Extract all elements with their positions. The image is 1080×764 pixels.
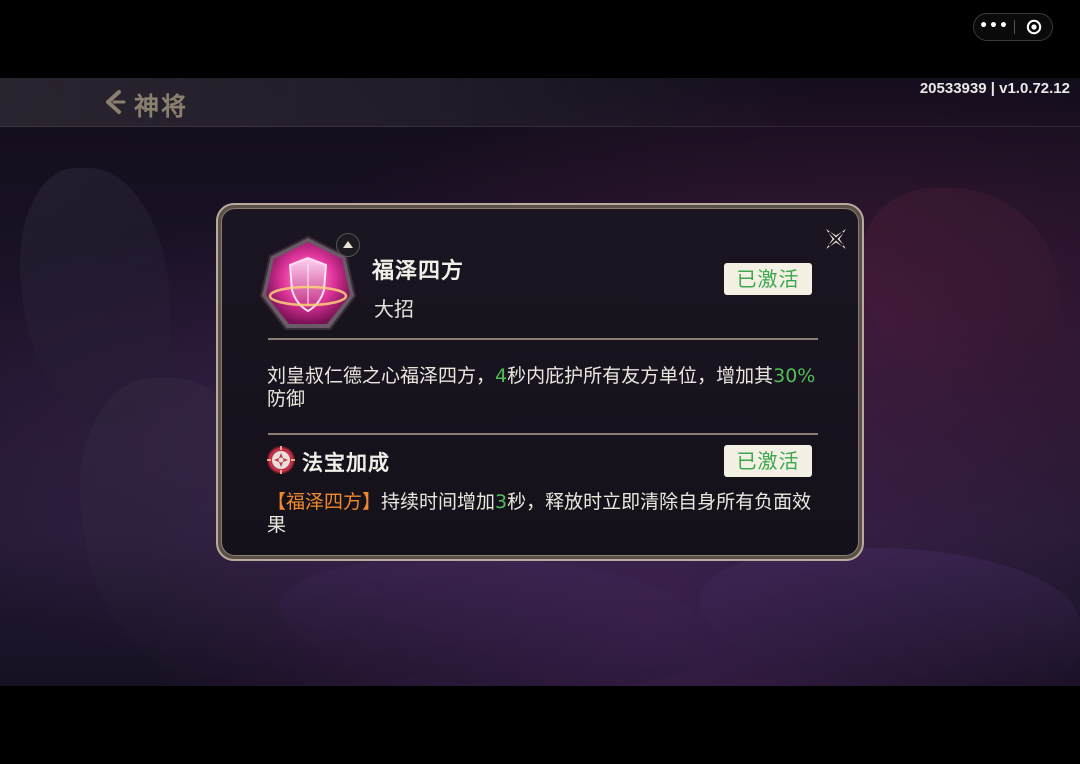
bonus-status-badge: 已激活 <box>724 445 812 477</box>
skill-type: 大招 <box>374 297 414 321</box>
miniprogram-capsule: ••• <box>973 13 1053 41</box>
treasure-icon <box>267 446 295 474</box>
game-screen: ••• 神将 20533939 | v1.0.72.12 福泽四方 大招 已激活… <box>0 0 1080 764</box>
background-rock <box>860 188 1060 388</box>
divider <box>268 338 818 340</box>
skill-description: 刘皇叔仁德之心福泽四方，4秒内庇护所有友方单位，增加其30% 防御 <box>267 365 817 411</box>
background-rock <box>280 558 700 686</box>
chevron-left-icon[interactable] <box>102 89 126 115</box>
desc-text: 防御 <box>267 388 306 410</box>
duration-value: 4 <box>495 365 508 387</box>
upgrade-badge <box>336 233 360 257</box>
close-x-icon[interactable] <box>819 222 853 256</box>
page-title: 神将 <box>134 92 189 121</box>
caret-up-icon <box>343 241 353 248</box>
skill-detail-dialog: 福泽四方 大招 已激活 刘皇叔仁德之心福泽四方，4秒内庇护所有友方单位，增加其3… <box>216 203 864 561</box>
background-rock <box>700 548 1080 686</box>
capsule-divider <box>1014 20 1015 34</box>
more-menu-button[interactable]: ••• <box>974 14 1014 40</box>
bonus-title: 法宝加成 <box>302 451 390 475</box>
desc-text: 刘皇叔仁德之心福泽四方， <box>267 365 496 387</box>
skill-status-badge: 已激活 <box>724 263 812 295</box>
divider <box>268 433 818 435</box>
bonus-description: 【福泽四方】持续时间增加3秒，释放时立即清除自身所有负面效果 <box>267 491 817 537</box>
target-circle-icon[interactable] <box>1026 19 1042 35</box>
skill-name: 福泽四方 <box>372 259 465 284</box>
skill-reference: 【福泽四方】 <box>267 491 382 513</box>
defense-percent: 30% <box>773 365 816 387</box>
desc-text: 持续时间增加 <box>381 491 496 513</box>
extra-seconds: 3 <box>495 491 508 513</box>
dialog-body: 福泽四方 大招 已激活 刘皇叔仁德之心福泽四方，4秒内庇护所有友方单位，增加其3… <box>221 208 859 556</box>
top-nav-bar: 神将 <box>0 78 1080 127</box>
desc-text: 秒内庇护所有友方单位，增加其 <box>507 365 774 387</box>
version-label: 20533939 | v1.0.72.12 <box>919 80 1070 97</box>
